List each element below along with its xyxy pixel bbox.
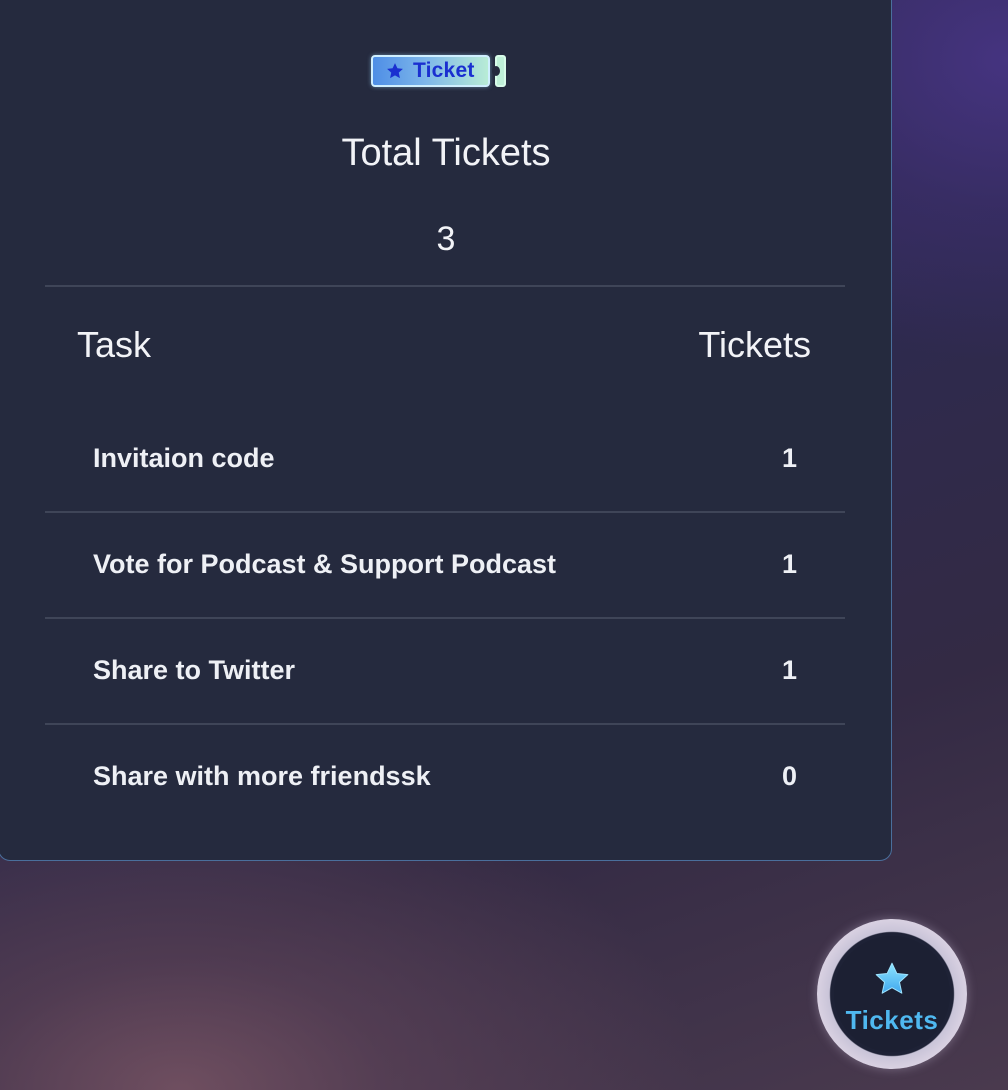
star-icon [387, 63, 403, 79]
ticket-badge-stub [491, 55, 506, 87]
ticket-badge-body: Ticket [371, 55, 490, 87]
tickets-fab-label: Tickets [845, 1005, 939, 1035]
total-tickets-title: Total Tickets [341, 132, 551, 174]
row-ticket-count: 1 [781, 549, 797, 579]
star-icon [875, 962, 909, 994]
table-row: Share with more friendssk 0 [45, 723, 845, 827]
column-header-tickets: Tickets [698, 324, 811, 365]
table-row: Vote for Podcast & Support Podcast 1 [45, 511, 845, 615]
row-ticket-count: 1 [781, 655, 797, 685]
row-task-label: Share to Twitter [93, 655, 296, 685]
ticket-badge-label: Ticket [413, 59, 475, 82]
tickets-panel: Ticket Total Tickets 3 Task Tickets Invi… [0, 0, 892, 861]
row-task-label: Invitaion code [93, 443, 275, 473]
column-header-task: Task [77, 324, 152, 365]
total-tickets-value: 3 [436, 220, 456, 258]
ticket-badge: Ticket [371, 55, 506, 87]
row-task-label: Share with more friendssk [93, 761, 431, 791]
row-ticket-count: 0 [781, 761, 797, 791]
row-task-label: Vote for Podcast & Support Podcast [93, 549, 557, 579]
row-ticket-count: 1 [781, 443, 797, 473]
tickets-fab-button[interactable]: Tickets [817, 919, 967, 1069]
table-row: Share to Twitter 1 [45, 617, 845, 721]
summary-divider [45, 285, 845, 287]
table-row: Invitaion code 1 [45, 405, 845, 509]
